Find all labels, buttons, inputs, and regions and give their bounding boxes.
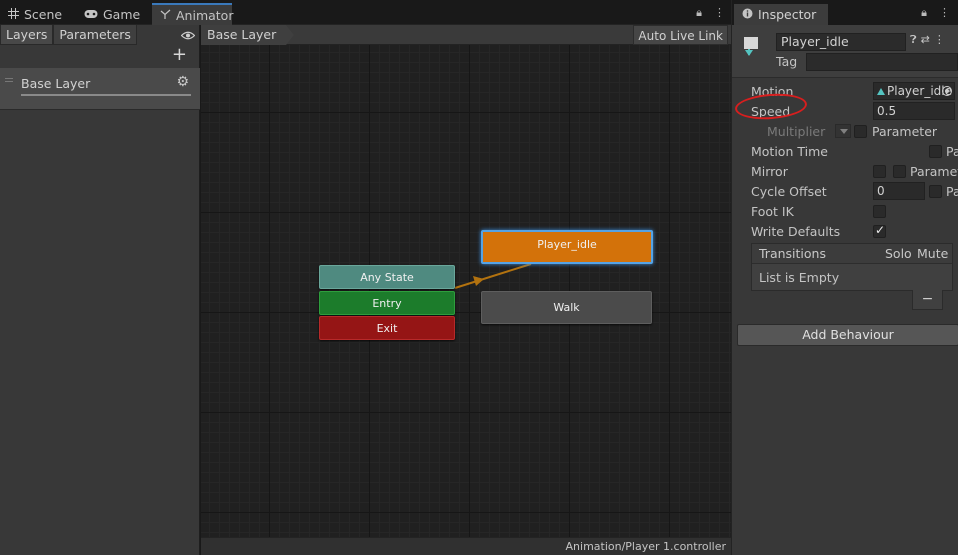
presets-icon[interactable]: ⇄ [921,33,930,47]
tab-scene-label: Scene [24,7,63,22]
transitions-list: Transitions Solo Mute List is Empty [751,243,953,291]
solo-column-header: Solo [885,246,912,261]
add-layer-button[interactable]: + [172,45,187,65]
breadcrumb[interactable]: Base Layer [201,25,295,45]
controller-path: Animation/Player 1.controller [565,540,726,553]
header-icons: ❓︎ ⇄ ⋮ [910,33,945,47]
graph-toolbar: Base Layer Auto Live Link [201,25,731,45]
tab-scene[interactable]: Scene [0,4,70,25]
more-menu-icon[interactable]: ⋮ [939,6,950,20]
inspector-panel: Player_idle ❓︎ ⇄ ⋮ Tag Motion Player_idl… [731,25,958,555]
remove-transition-button[interactable]: − [912,290,943,310]
help-icon[interactable]: ❓︎ [910,33,917,47]
layer-name: Base Layer [21,76,91,91]
mirror-parameter-checkbox[interactable] [893,165,906,178]
auto-live-link-button[interactable]: Auto Live Link [633,25,728,45]
layer-item-base-layer[interactable]: Base Layer ⚙ [0,68,200,110]
state-any-state[interactable]: Any State [319,265,455,289]
transition-arrowhead [473,276,484,286]
tag-label: Tag [776,54,798,69]
gear-icon[interactable]: ⚙ [176,74,189,90]
more-menu-icon[interactable]: ⋮ [934,33,945,47]
transitions-empty-text: List is Empty [759,270,840,285]
tab-animator[interactable]: Animator [152,3,234,25]
state-name-field[interactable]: Player_idle [776,33,906,51]
lock-icon[interactable]: 🔒︎ [921,6,927,20]
state-entry[interactable]: Entry [319,291,455,315]
motion-time-parameter-label: Parameter [946,144,958,159]
cycle-offset-label: Cycle Offset [751,184,827,199]
mirror-parameter-label: Parameter [910,164,958,179]
tab-game-label: Game [103,7,141,22]
tab-inspector-label: Inspector [758,7,817,22]
more-menu-icon[interactable]: ⋮ [714,6,725,20]
tab-window-controls: 🔒︎ ⋮ [696,6,725,20]
red-annotation-circle [734,91,808,122]
inspector-tabbar: Inspector 🔒︎ ⋮ [731,0,958,25]
grid-icon [8,7,19,22]
speed-field[interactable]: 0.5 [873,102,955,120]
animator-graph[interactable]: Any State Entry Exit Player_idle Walk [201,45,731,537]
inspector-window-controls: 🔒︎ ⋮ [921,6,950,20]
inspector-header: Player_idle ❓︎ ⇄ ⋮ Tag [732,25,958,78]
tab-parameters[interactable]: Parameters [53,25,137,45]
tab-inspector[interactable]: Inspector [734,4,828,25]
lock-icon[interactable]: 🔒︎ [696,6,702,20]
motion-time-parameter-checkbox[interactable] [929,145,942,158]
multiplier-label: Multiplier [767,124,826,139]
multiplier-dropdown [835,124,851,138]
transitions-header: Transitions Solo Mute [752,244,952,264]
tab-game[interactable]: Game [76,4,148,25]
cycle-offset-parameter-checkbox[interactable] [929,185,942,198]
status-bar: Animation/Player 1.controller [201,537,731,555]
mirror-label: Mirror [751,164,788,179]
state-exit[interactable]: Exit [319,316,455,340]
transitions-title: Transitions [759,246,826,261]
tag-field[interactable] [806,53,958,71]
drag-handle-icon[interactable] [5,78,13,82]
layer-weight-bar [21,94,191,96]
eye-icon[interactable] [180,29,196,44]
multiplier-parameter-checkbox[interactable] [854,125,867,138]
info-icon [742,7,753,22]
editor-tabbar: Scene Game Animator 🔒︎ ⋮ [0,0,731,25]
animation-clip-icon [877,88,885,95]
state-walk[interactable]: Walk [481,291,652,324]
cycle-offset-parameter-label: Parameter [946,184,958,199]
mirror-checkbox[interactable] [873,165,886,178]
layers-panel: Layers Parameters + Base Layer ⚙ [0,25,200,555]
write-defaults-checkbox[interactable] [873,223,886,238]
state-player-idle[interactable]: Player_idle [481,230,653,264]
tab-animator-label: Animator [176,7,234,23]
mute-column-header: Mute [917,246,949,261]
motion-time-label: Motion Time [751,144,828,159]
object-picker-icon[interactable] [942,86,952,96]
write-defaults-label: Write Defaults [751,224,841,239]
gamepad-icon [84,7,98,22]
tab-layers[interactable]: Layers [0,25,54,45]
transition-entry-to-idle [454,263,532,289]
cycle-offset-field[interactable]: 0 [873,182,925,200]
animator-icon [160,8,171,23]
layers-parameters-tabs: Layers Parameters [0,25,137,45]
animator-state-icon [742,35,764,57]
add-behaviour-button[interactable]: Add Behaviour [737,324,958,346]
multiplier-parameter-label: Parameter [872,124,938,139]
foot-ik-label: Foot IK [751,204,794,219]
foot-ik-checkbox[interactable] [873,205,886,218]
